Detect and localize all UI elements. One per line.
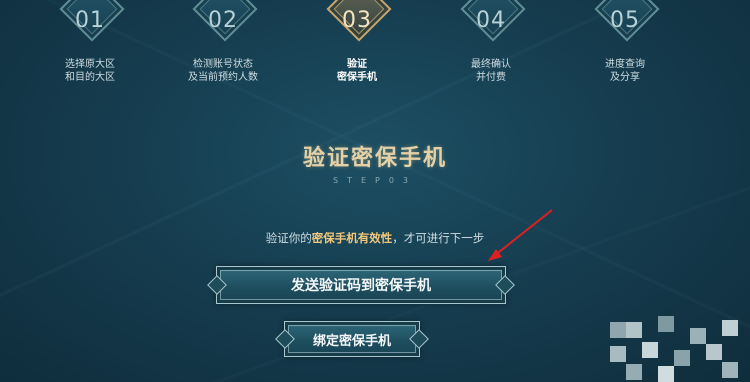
instruction-highlight: 密保手机有效性: [311, 231, 393, 245]
instruction-text: 验证你的密保手机有效性，才可进行下一步: [0, 230, 750, 246]
bind-phone-button[interactable]: 绑定密保手机: [284, 321, 420, 357]
step-5: 05 进度查询 及分享: [565, 0, 685, 84]
section-header: 验证密保手机 STEP03: [0, 140, 750, 185]
section-subtitle: STEP03: [332, 176, 418, 185]
step-number: 03: [342, 8, 372, 33]
step-number: 04: [476, 8, 506, 33]
step-number: 02: [208, 8, 238, 33]
instruction-suffix: ，才可进行下一步: [392, 231, 485, 245]
step-label: 验证 密保手机: [337, 59, 377, 83]
step-3-active: 03 验证 密保手机: [297, 0, 417, 84]
step-2: 02 检测账号状态 及当前预约人数: [163, 0, 283, 84]
section-title: 验证密保手机: [302, 146, 447, 171]
progress-steps: 01 选择原大区 和目的大区 02 检测账号状态 及当前预约人数 03 验证 密…: [0, 0, 750, 95]
step-4: 04 最终确认 并付费: [431, 0, 551, 84]
step-label: 最终确认 并付费: [471, 59, 511, 83]
step-label: 进度查询 及分享: [605, 59, 645, 83]
red-arrow-icon: [488, 209, 553, 261]
step-label: 检测账号状态 及当前预约人数: [188, 59, 258, 83]
step-1: 01 选择原大区 和目的大区: [30, 0, 150, 84]
mosaic-blur: [600, 312, 750, 382]
instruction-prefix: 验证你的: [265, 231, 312, 245]
step-label: 选择原大区 和目的大区: [65, 59, 115, 83]
send-code-button[interactable]: 发送验证码到密保手机: [216, 266, 506, 304]
step-number: 05: [610, 8, 640, 33]
step-number: 01: [75, 8, 105, 33]
